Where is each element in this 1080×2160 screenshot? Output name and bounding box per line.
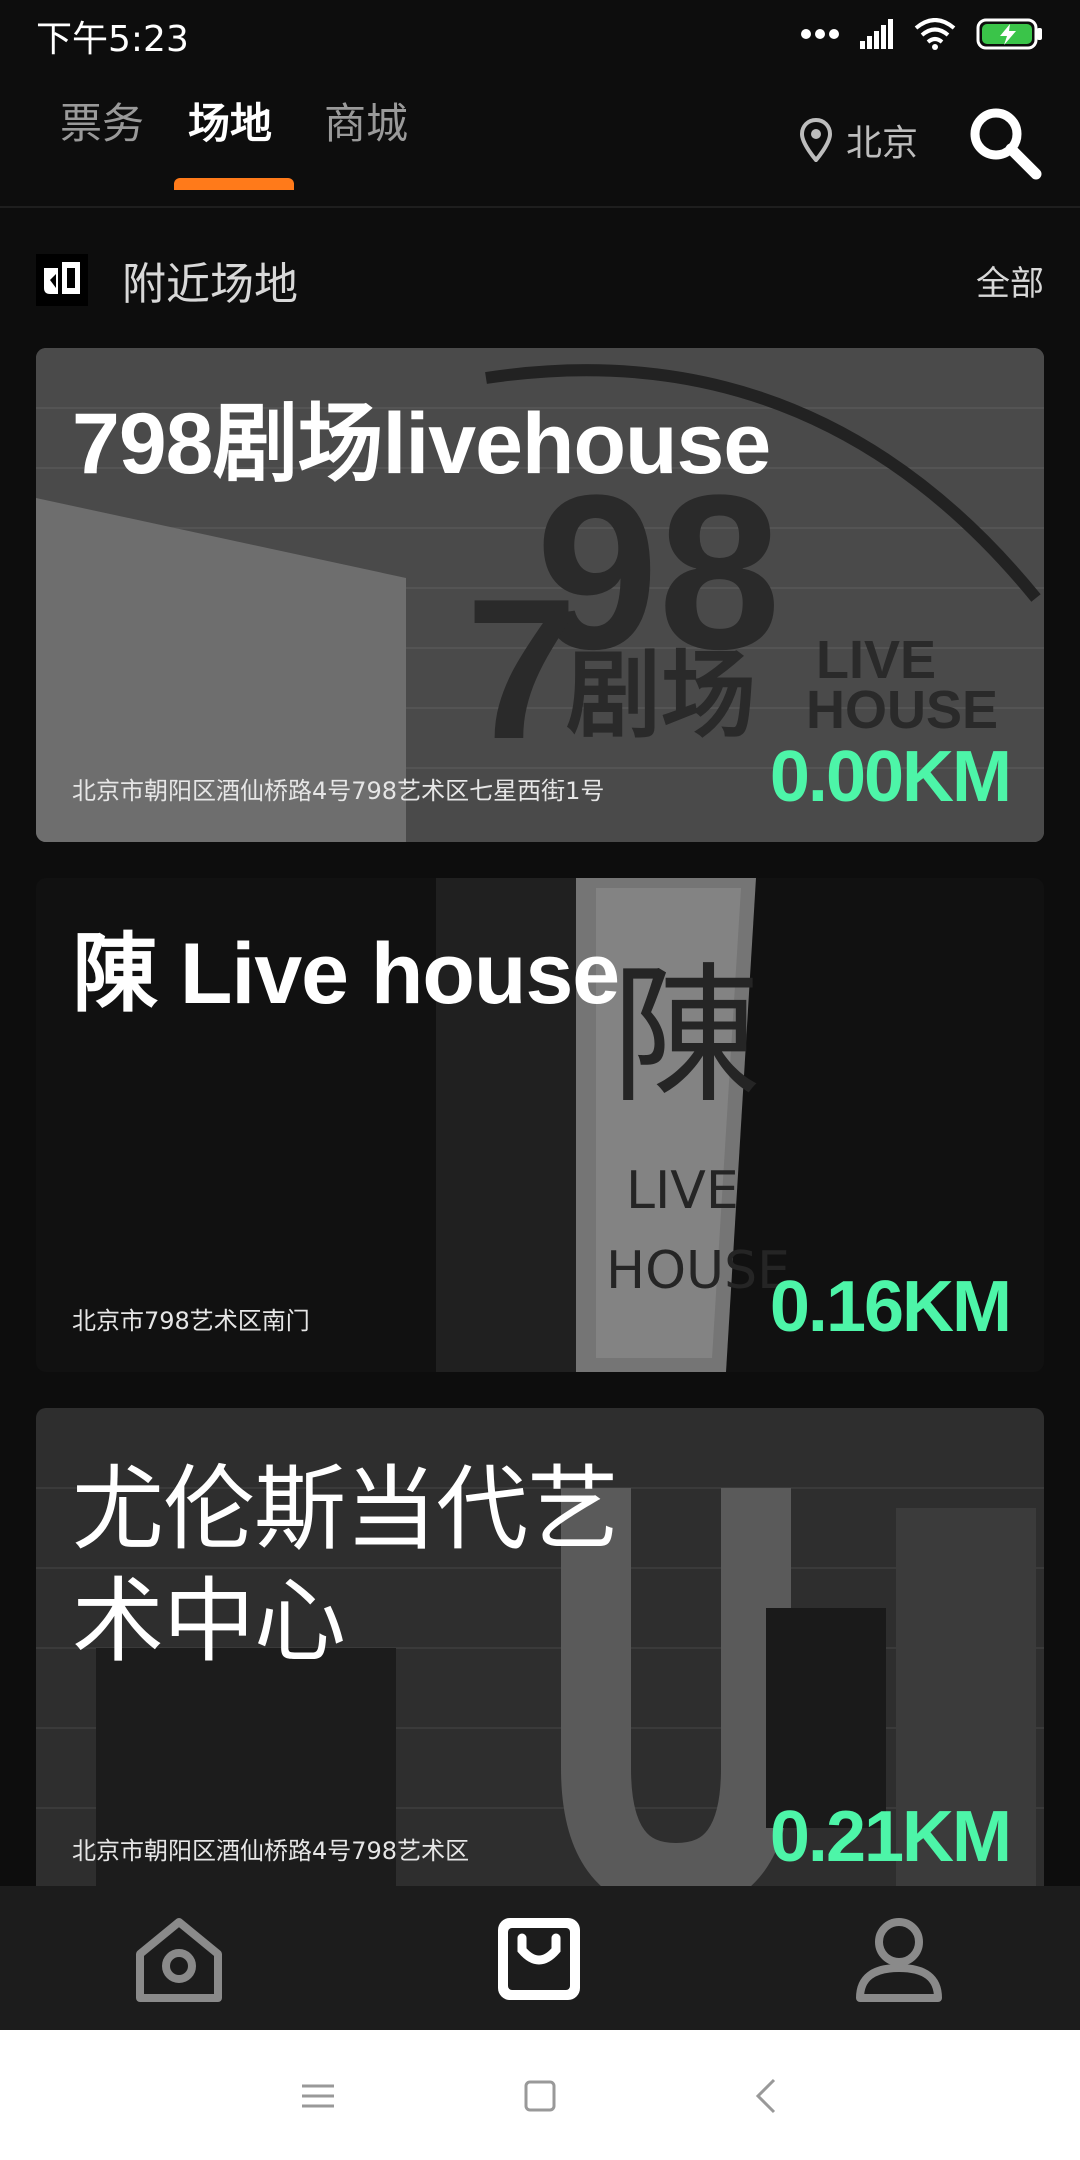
venue-name: 798剧场livehouse bbox=[72, 396, 771, 492]
svg-text:7: 7 bbox=[466, 558, 577, 781]
venue-address: 北京市朝阳区酒仙桥路4号798艺术区七星西街1号 bbox=[72, 777, 605, 805]
venue-name: 尤伦斯当代艺术中心 bbox=[72, 1459, 619, 1673]
status-bar: 下午5:23 bbox=[0, 0, 1080, 68]
more-dots-icon bbox=[801, 29, 839, 39]
view-all-link[interactable]: 全部 bbox=[976, 256, 1044, 305]
tab-tickets[interactable]: 票务 bbox=[60, 90, 144, 151]
section-title: 附近场地 bbox=[122, 259, 298, 310]
venue-distance: 0.16KM bbox=[769, 1267, 1012, 1347]
location-label: 北京 bbox=[845, 123, 918, 164]
profile-icon[interactable] bbox=[854, 1914, 944, 2004]
tab-venues[interactable]: 场地 bbox=[188, 90, 272, 151]
location-pin-icon bbox=[799, 118, 832, 162]
status-icons bbox=[800, 14, 1044, 54]
venue-distance: 0.00KM bbox=[769, 737, 1012, 817]
svg-text:剧场: 剧场 bbox=[566, 641, 756, 751]
menu-icon[interactable] bbox=[296, 2074, 340, 2118]
back-icon[interactable] bbox=[746, 2074, 790, 2118]
search-icon[interactable] bbox=[966, 104, 1042, 180]
top-nav: 票务 场地 商城 北京 bbox=[0, 68, 1080, 208]
home-icon[interactable] bbox=[134, 1914, 224, 2004]
home-square-icon[interactable] bbox=[518, 2074, 562, 2118]
venue-distance: 0.21KM bbox=[769, 1797, 1012, 1877]
battery-charging-icon bbox=[976, 18, 1042, 50]
svg-text:HOUSE: HOUSE bbox=[806, 680, 998, 740]
venue-card[interactable]: 98 7 剧场 LIVE HOUSE 798剧场livehouse 北京市朝阳区… bbox=[36, 348, 1044, 842]
system-nav-bar bbox=[0, 2030, 1080, 2160]
venue-card[interactable]: 陳 LIVE HOUSE 陳 Live house 北京市798艺术区南门 0.… bbox=[36, 878, 1044, 1372]
tab-mall[interactable]: 商城 bbox=[324, 90, 408, 151]
venue-logo-icon bbox=[36, 254, 88, 306]
nearby-venues-header: 附近场地 全部 bbox=[36, 240, 1044, 320]
location-selector[interactable]: 北京 bbox=[799, 114, 918, 166]
bottom-tab-bar bbox=[0, 1886, 1080, 2030]
bag-icon[interactable] bbox=[494, 1914, 584, 2004]
venue-card[interactable]: 尤伦斯当代艺术中心 北京市朝阳区酒仙桥路4号798艺术区 0.21KM bbox=[36, 1408, 1044, 1902]
signal-icon bbox=[860, 19, 893, 49]
active-tab-indicator bbox=[174, 178, 294, 190]
venue-address: 北京市朝阳区酒仙桥路4号798艺术区 bbox=[72, 1837, 470, 1865]
status-time: 下午5:23 bbox=[36, 19, 189, 60]
venue-name: 陳 Live house bbox=[72, 926, 620, 1022]
wifi-icon bbox=[914, 18, 956, 50]
venue-address: 北京市798艺术区南门 bbox=[72, 1307, 310, 1335]
